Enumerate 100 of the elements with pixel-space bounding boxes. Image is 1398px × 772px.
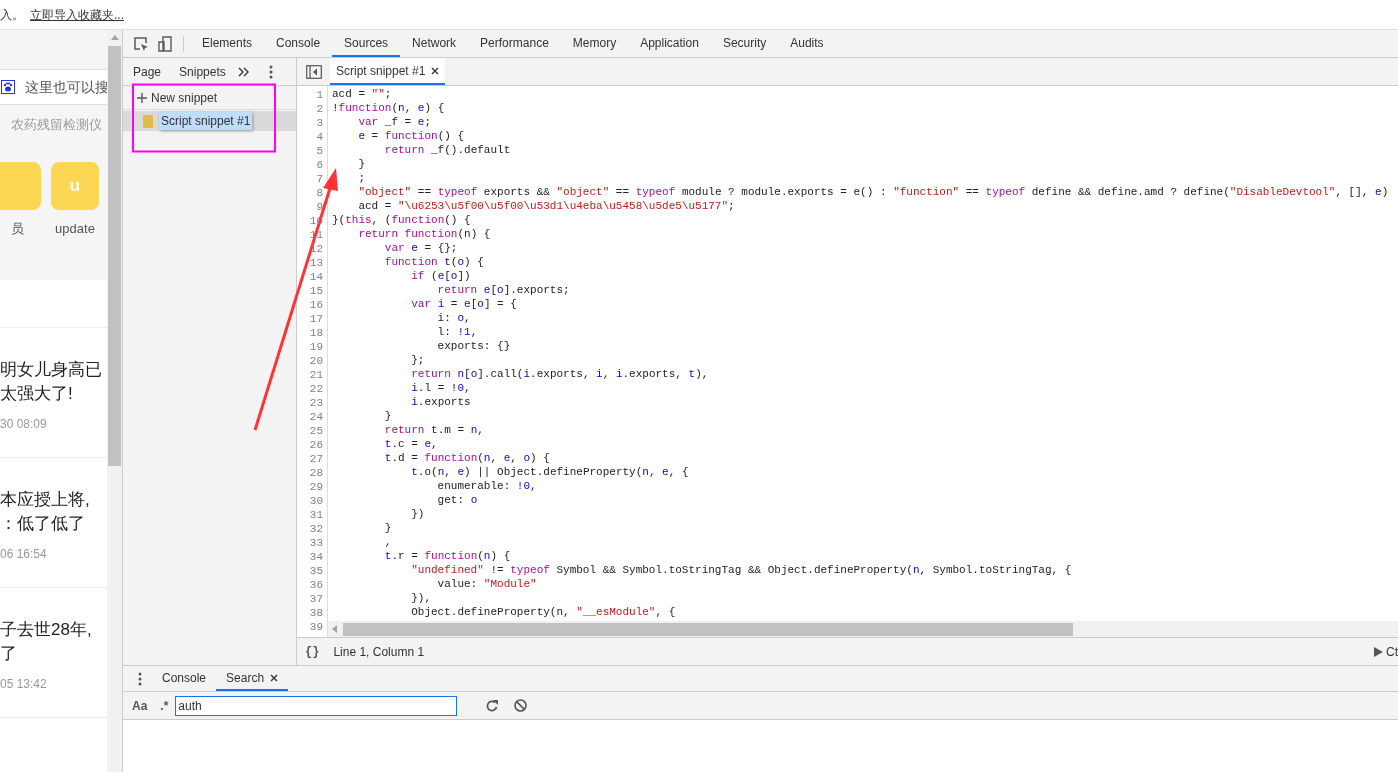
line-number: 25 [308,424,323,438]
line-number: 37 [308,592,323,606]
drawer-tab[interactable]: Console [152,666,217,691]
code-line: return function(n) { [357,227,492,241]
devtools-tab[interactable]: Network [400,30,469,57]
line-number: 23 [308,396,323,410]
code-line: }), [410,591,433,605]
news-time: 06 16:54 [0,546,48,563]
code-line: t.c = e, [383,437,439,451]
code-line: !function(n, e) { [332,101,446,115]
code-line: l: !1, [436,325,479,339]
navigator-tab[interactable]: Snippets [179,62,226,81]
devtools-tab[interactable]: Audits [778,30,836,57]
devtools-tab[interactable]: Performance [468,30,561,57]
line-number: 6 [315,158,323,172]
drawer-menu-icon[interactable] [138,671,142,686]
code-line: acd = "\u6253\u5f00\u5f00\u53d1\u4eba\u5458\u5de5\u5177"; [357,199,736,213]
line-number: 22 [308,382,323,396]
line-number: 1 [315,88,323,102]
new-snippet-button[interactable]: New snippet [123,86,296,110]
code-line: var _f = e; [357,115,433,129]
editor-tab[interactable]: Script snippet #1 [330,58,446,85]
line-number: 20 [308,354,323,368]
line-number: 17 [308,312,323,326]
more-tabs-icon[interactable] [237,66,250,77]
code-line: t.r = function(n) { [383,549,512,563]
run-shortcut-hint: Ct [1386,643,1398,661]
device-toolbar-icon[interactable] [157,35,173,52]
pretty-print-button[interactable]: {} [305,642,320,661]
search-field[interactable]: auth [175,695,458,716]
code-line: i.exports [410,395,472,409]
code-line: return n[o].call(i.exports, i, i.exports, t), [410,367,710,381]
line-number: 24 [308,410,323,424]
line-number: 21 [308,368,323,382]
line-number: 28 [308,466,323,480]
code-line: t.d = function(n, e, o) { [383,451,551,465]
code-line: }(this, (function() { [332,213,472,227]
devtools-tab[interactable]: Application [628,30,711,57]
line-number: 19 [308,340,323,354]
code-line: acd = ""; [332,87,393,101]
devtools-tab[interactable]: Elements [190,30,265,57]
code-line: t.o(n, e) || Object.defineProperty(n, e, { [410,465,690,479]
line-number: 36 [308,578,323,592]
more-options-icon[interactable] [268,64,273,79]
devtools-tab[interactable]: Memory [560,30,629,57]
line-number: 39 [308,620,323,634]
close-icon[interactable] [431,66,440,75]
code-line: return t.m = n, [383,423,485,437]
line-number: 16 [308,298,323,312]
snippet-file-row[interactable]: Script snippet #1 [123,111,296,131]
code-line: } [383,409,393,423]
app-label[interactable]: update [55,218,95,238]
code-line: i.l = !0, [410,381,472,395]
line-number: 33 [308,536,323,550]
line-number: 18 [308,326,323,340]
drawer-tab[interactable]: Search [216,666,289,691]
code-line: i: o, [436,311,472,325]
news-time: 05 13:42 [0,676,48,693]
clear-icon[interactable] [514,699,528,712]
code-line: var e = {}; [383,241,459,255]
scrollbar-thumb[interactable] [108,46,121,466]
line-number: 7 [315,172,323,186]
line-number: 3 [315,116,323,130]
refresh-icon[interactable] [485,698,500,713]
code-line: "object" == typeof exports && "object" == typeof module ? module.exports = e() : "function" == typeof define && define.amd ? define("DisableDevtool", [], e) [357,185,1390,199]
line-number: 15 [308,284,323,298]
import-bookmarks-link[interactable]: 立即导入收藏夹... [30,5,124,24]
code-line: return _f().default [383,143,512,157]
run-icon[interactable] [1374,646,1383,657]
line-number: 35 [308,564,323,578]
inspect-icon[interactable] [133,35,149,52]
line-number: 26 [308,438,323,452]
code-line: , [383,535,393,549]
line-number: 14 [308,270,323,284]
bookmark-bar-text: 入。 [0,6,24,24]
line-number: 31 [308,508,323,522]
line-number: 29 [308,480,323,494]
snippet-name-field[interactable]: Script snippet #1 [159,112,253,130]
code-line: get: o [436,493,479,507]
close-icon[interactable] [270,673,279,682]
match-case-toggle[interactable]: Aa [132,696,148,715]
sidebar-toggle-icon[interactable] [306,64,322,79]
code-line: if (e[o]) [410,269,472,283]
line-number: 34 [308,550,323,564]
devtools-tab[interactable]: Console [264,30,333,57]
code-line: Object.defineProperty(n, "__esModule", { [410,605,677,619]
code-line: exports: {} [436,339,512,353]
devtools-tab[interactable]: Security [710,30,779,57]
code-line: function t(o) { [383,255,485,269]
news-headline: 本应授上将, ：低了低了 [0,489,91,535]
cursor-position: Line 1, Column 1 [333,643,425,661]
navigator-tab[interactable]: Page [133,62,162,81]
app-label[interactable]: 员 [10,218,24,238]
news-headline: 子去世28年, 了 [0,619,93,665]
regex-toggle[interactable]: .* [160,696,169,715]
page-scrollbar[interactable] [107,30,123,772]
horizontal-scrollbar-thumb[interactable] [343,622,1073,636]
code-line: } [357,157,366,171]
code-line: ; [357,171,366,185]
search-hint: 农药残留检测仪 [10,116,103,134]
